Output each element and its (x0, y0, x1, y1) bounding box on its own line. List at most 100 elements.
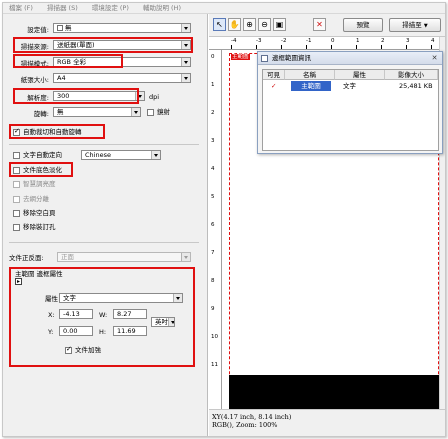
ocr-language-select[interactable]: Chinese (81, 150, 161, 160)
row-size: 25,481 KB (399, 82, 433, 90)
ruler-tick-h: 4 (431, 38, 435, 44)
paper-size-select[interactable]: A4 (53, 73, 191, 83)
ruler-mark-h (256, 45, 257, 49)
col-visible[interactable]: 可見 (263, 70, 285, 80)
remove-blank-checkbox[interactable] (13, 210, 20, 217)
ocr-language-value: Chinese (85, 151, 111, 159)
status-coordinates: XY(4.17 inch, 8.14 inch) (212, 413, 292, 421)
doc-side-value: 正面 (61, 253, 74, 261)
ruler-tick-h: 1 (356, 38, 360, 44)
chevron-down-icon[interactable] (181, 74, 190, 82)
scan-to-label: 掃描至 (402, 21, 422, 29)
ruler-mark-h (281, 45, 282, 49)
ruler-tick-v: 5 (211, 194, 215, 200)
chevron-down-icon[interactable] (181, 24, 190, 32)
col-name[interactable]: 名稱 (285, 70, 335, 80)
region-table: 可見 名稱 屬性 影像大小 ✓ 主範圍 文字 25,481 KB (262, 69, 439, 151)
descreen-label: 去網分離 (23, 195, 49, 203)
ruler-mark-h (406, 45, 407, 49)
region-tag: 主範圍 (231, 54, 250, 60)
remove-holes-label: 移除裝訂孔 (23, 223, 56, 231)
ruler-mark-h (306, 45, 307, 49)
highlight-resolution (13, 88, 139, 104)
doc-side-select[interactable]: 正面 (57, 252, 191, 262)
preset-select[interactable]: 無 (53, 23, 191, 33)
ruler-tick-v: 11 (211, 362, 218, 368)
status-color-zoom: RGB(), Zoom: 100% (212, 421, 278, 429)
remove-holes-checkbox[interactable] (13, 224, 20, 231)
divider (9, 144, 199, 145)
zoom-out-icon[interactable]: ⊖ (258, 18, 271, 31)
horizontal-ruler: -4 -3 -2 -1 0 1 2 3 4 (209, 37, 439, 50)
ruler-tick-v: 8 (211, 278, 215, 284)
remove-blank-label: 移除空白頁 (23, 209, 56, 217)
scan-to-button[interactable]: 掃描至 ▼ (389, 18, 441, 32)
auto-ocr-label: 文字自動定向 (23, 151, 62, 159)
col-size[interactable]: 影像大小 (385, 70, 438, 80)
descreen-checkbox[interactable] (13, 196, 20, 203)
paper-size-label: 紙張大小: (20, 76, 49, 84)
close-icon[interactable]: ✕ (430, 54, 439, 63)
ruler-mark-h (356, 45, 357, 49)
dialog-title: 邊框範圍資訊 (272, 54, 311, 62)
window-icon (261, 55, 268, 62)
status-bar: XY(4.17 inch, 8.14 inch) RGB(), Zoom: 10… (209, 409, 445, 436)
dialog-title-bar[interactable]: 邊框範圍資訊 ✕ (258, 52, 442, 65)
chevron-down-icon[interactable] (131, 108, 140, 116)
smart-enhance-checkbox[interactable] (13, 181, 20, 188)
ruler-mark-h (381, 45, 382, 49)
highlight-auto-crop (9, 124, 105, 139)
row-attr: 文字 (343, 82, 356, 90)
ruler-tick-h: -3 (256, 38, 262, 44)
fit-page-icon[interactable]: ▣ (273, 18, 286, 31)
auto-ocr-checkbox[interactable] (13, 152, 20, 159)
highlight-scan-mode (13, 54, 123, 68)
paper-size-value: A4 (57, 74, 66, 82)
mirror-label: 鏡射 (157, 108, 170, 116)
delete-icon[interactable]: ✕ (313, 18, 326, 31)
row-name[interactable]: 主範圍 (291, 81, 331, 91)
scanner-window: 檔案 (F) 掃描器 (S) 環境設定 (P) 輔助說明 (H) 設定值: 無 … (2, 2, 446, 437)
hand-icon[interactable]: ✋ (228, 18, 241, 31)
chevron-down-icon[interactable] (181, 253, 190, 261)
ruler-mark-h (431, 45, 432, 49)
highlight-doc-bg (9, 162, 73, 177)
preset-value: 無 (65, 24, 72, 32)
preview-toolbar: ↖ ✋ ⊕ ⊖ ▣ ✕ 預覽 掃描至 ▼ (209, 14, 445, 37)
ruler-mark-h (331, 45, 332, 49)
rotate-select[interactable]: 無 (53, 107, 141, 117)
preview-button[interactable]: 預覽 (343, 18, 383, 32)
vertical-ruler: 0 1 2 3 4 5 6 7 8 9 10 11 (209, 50, 222, 409)
chevron-down-icon[interactable] (151, 151, 160, 159)
ruler-tick-v: 6 (211, 222, 215, 228)
chevron-down-icon: ▼ (423, 23, 428, 29)
ruler-tick-h: 3 (406, 38, 410, 44)
ruler-tick-h: -1 (306, 38, 312, 44)
ruler-tick-h: 2 (381, 38, 385, 44)
pointer-icon[interactable]: ↖ (213, 18, 226, 31)
rotate-value: 無 (57, 108, 64, 116)
mirror-checkbox[interactable] (147, 109, 154, 116)
ruler-tick-h: -2 (281, 38, 287, 44)
ruler-tick-v: 9 (211, 306, 215, 312)
menu-file[interactable]: 檔案 (F) (9, 4, 33, 12)
rotate-label: 旋轉: (33, 110, 49, 118)
document-icon (57, 25, 63, 31)
ruler-tick-v: 2 (211, 110, 215, 116)
ruler-tick-v: 4 (211, 166, 215, 172)
menu-help[interactable]: 輔助說明 (H) (143, 4, 181, 12)
scanned-image-black (229, 375, 439, 409)
visible-check-icon[interactable]: ✓ (271, 81, 276, 91)
highlight-scan-source (13, 37, 193, 53)
doc-side-label: 文件正反面: (9, 254, 44, 262)
resolution-unit: dpi (149, 93, 160, 101)
menu-scanner[interactable]: 掃描器 (S) (47, 4, 78, 12)
col-attr[interactable]: 屬性 (335, 70, 385, 80)
settings-panel: 設定值: 無 掃描來源: 送紙器(單面) 掃描模式: RGB 全彩 紙張大小: … (3, 14, 208, 436)
zoom-in-icon[interactable]: ⊕ (243, 18, 256, 31)
chevron-down-icon[interactable] (181, 58, 190, 66)
menu-preferences[interactable]: 環境設定 (P) (92, 4, 129, 12)
region-info-dialog: 邊框範圍資訊 ✕ 可見 名稱 屬性 影像大小 ✓ 主範圍 文字 25,481 K… (257, 51, 443, 154)
smart-enhance-label: 智慧調亮度 (23, 180, 56, 188)
menu-bar: 檔案 (F) 掃描器 (S) 環境設定 (P) 輔助說明 (H) (3, 3, 445, 14)
